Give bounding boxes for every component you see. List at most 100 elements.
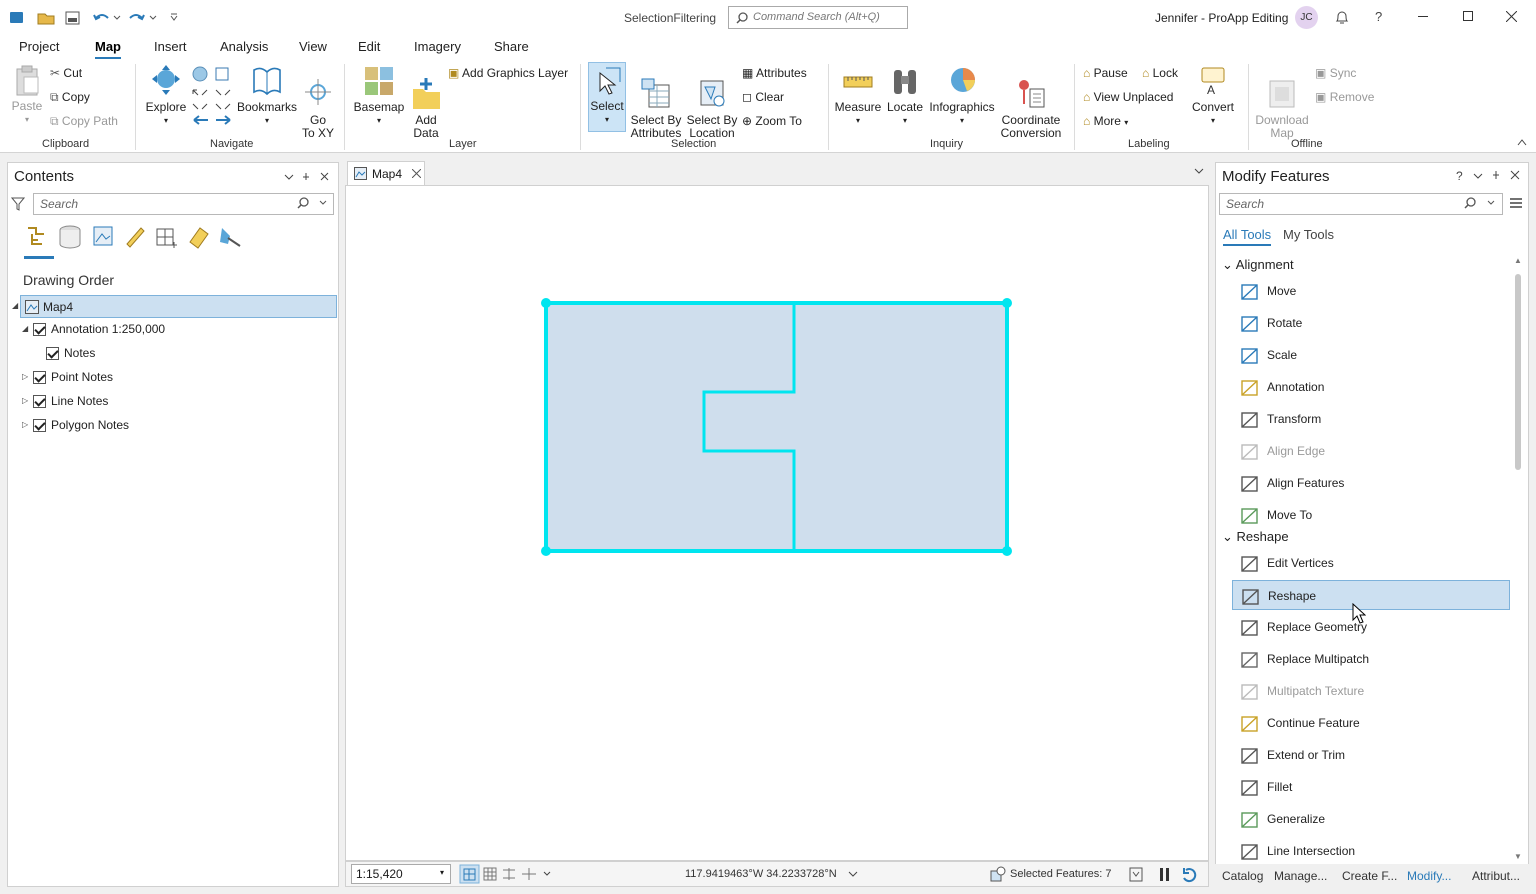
clear-button[interactable]: ◻ Clear xyxy=(742,90,784,104)
tab-all-tools[interactable]: All Tools xyxy=(1223,227,1272,246)
vertex-handle[interactable] xyxy=(1002,546,1012,556)
select-button[interactable]: Select ▾ xyxy=(588,62,626,132)
coordinate-conversion-button[interactable]: Coordinate Conversion xyxy=(998,64,1064,153)
zoom-to-button[interactable]: ⊕ Zoom To xyxy=(742,114,802,128)
vertex-handle[interactable] xyxy=(541,298,551,308)
copy-button[interactable]: ⧉ Copy xyxy=(50,90,90,105)
remove-button[interactable]: ▣ Remove xyxy=(1315,90,1374,104)
cut-button[interactable]: ✂ Cut xyxy=(50,66,82,80)
layer-visibility-checkbox[interactable] xyxy=(33,419,46,433)
chevron-down-icon[interactable] xyxy=(848,871,858,878)
close-icon[interactable] xyxy=(1506,11,1517,22)
layer-item[interactable]: ▷ Polygon Notes xyxy=(22,414,129,436)
modify-search-input[interactable]: Search xyxy=(1219,193,1503,215)
map-tree-item[interactable]: Map4 xyxy=(20,295,337,318)
command-search-box[interactable]: Command Search (Alt+Q) xyxy=(728,6,908,29)
map-view-tools[interactable] xyxy=(459,864,555,884)
tab-imagery[interactable]: Imagery xyxy=(414,39,461,54)
status-controls[interactable] xyxy=(1128,866,1202,884)
tool-edit-vertices[interactable]: Edit Vertices xyxy=(1232,548,1510,578)
tool-generalize[interactable]: Generalize xyxy=(1232,804,1510,834)
map-canvas[interactable] xyxy=(345,185,1209,861)
tab-map[interactable]: Map xyxy=(95,39,121,59)
section-header-reshape[interactable]: ⌄ Reshape xyxy=(1222,529,1289,545)
avatar[interactable]: JC xyxy=(1295,6,1318,29)
paste-button[interactable]: Paste ▾ xyxy=(10,65,44,126)
tab-create-features[interactable]: Create F... xyxy=(1342,869,1397,883)
explore-button[interactable]: Explore ▾ xyxy=(145,64,187,127)
more-button[interactable]: ⌂ More ▾ xyxy=(1083,114,1128,128)
tab-my-tools[interactable]: My Tools xyxy=(1283,227,1334,242)
tool-align-edge[interactable]: Align Edge xyxy=(1232,436,1510,466)
pane-controls[interactable]: ? xyxy=(1456,170,1524,182)
view-unplaced-button[interactable]: ⌂ View Unplaced xyxy=(1083,90,1173,104)
tab-project[interactable]: Project xyxy=(19,39,59,54)
go-to-xy-button[interactable]: Go To XY xyxy=(300,64,336,153)
convert-button[interactable]: A Convert ▾ xyxy=(1192,64,1234,127)
tool-move[interactable]: Move xyxy=(1232,276,1510,306)
tool-continue-feature[interactable]: Continue Feature xyxy=(1232,708,1510,738)
tab-map4[interactable]: Map4 xyxy=(347,161,425,185)
layer-item[interactable]: Notes xyxy=(46,342,95,364)
infographics-button[interactable]: Infographics ▾ xyxy=(928,64,996,127)
layer-visibility-checkbox[interactable] xyxy=(33,395,46,409)
measure-button[interactable]: Measure ▾ xyxy=(834,64,882,127)
navigate-tools-icon[interactable] xyxy=(190,64,234,130)
help-icon[interactable]: ? xyxy=(1375,9,1382,24)
collapse-icon[interactable]: ◢ xyxy=(22,318,28,340)
close-tab-icon[interactable] xyxy=(412,169,421,178)
modify-scrollbar[interactable]: ▲ ▼ xyxy=(1513,256,1523,863)
tab-share[interactable]: Share xyxy=(494,39,529,54)
expand-icon[interactable]: ▷ xyxy=(22,390,28,412)
selected-polygons[interactable] xyxy=(346,186,1210,862)
layer-item[interactable]: ▷ Point Notes xyxy=(22,366,113,388)
tab-insert[interactable]: Insert xyxy=(154,39,187,54)
tab-manage[interactable]: Manage... xyxy=(1274,869,1327,883)
tool-scale[interactable]: Scale xyxy=(1232,340,1510,370)
contents-search-input[interactable]: Search xyxy=(33,193,334,215)
layer-visibility-checkbox[interactable] xyxy=(33,323,46,337)
tool-multipatch-texture[interactable]: Multipatch Texture xyxy=(1232,676,1510,706)
bookmarks-button[interactable]: Bookmarks ▾ xyxy=(236,64,298,127)
section-header-alignment[interactable]: ⌄ Alignment xyxy=(1222,257,1294,273)
bell-icon[interactable] xyxy=(1334,8,1350,26)
tool-extend-or-trim[interactable]: Extend or Trim xyxy=(1232,740,1510,770)
expand-icon[interactable]: ▷ xyxy=(22,414,28,436)
copy-path-button[interactable]: ⧉ Copy Path xyxy=(50,114,118,129)
collapse-ribbon-icon[interactable] xyxy=(1517,138,1527,146)
layer-item[interactable]: ▷ Line Notes xyxy=(22,390,108,412)
contents-view-toolbar[interactable] xyxy=(24,224,248,260)
tab-attributes[interactable]: Attribut... xyxy=(1472,869,1520,883)
scale-selector[interactable]: 1:15,420 ▾ xyxy=(351,864,451,884)
add-data-button[interactable]: Add Data xyxy=(408,64,444,153)
search-icon[interactable] xyxy=(1463,197,1499,211)
tool-move-to[interactable]: Move To xyxy=(1232,500,1510,530)
sync-button[interactable]: ▣ Sync xyxy=(1315,66,1356,80)
tool-fillet[interactable]: Fillet xyxy=(1232,772,1510,802)
tool-rotate[interactable]: Rotate xyxy=(1232,308,1510,338)
layer-visibility-checkbox[interactable] xyxy=(46,347,59,361)
pane-controls[interactable] xyxy=(284,172,334,182)
user-name[interactable]: Jennifer - ProApp Editing xyxy=(1155,11,1288,25)
locate-button[interactable]: Locate ▾ xyxy=(884,64,926,127)
basemap-button[interactable]: Basemap ▾ xyxy=(352,64,406,127)
minimize-icon[interactable] xyxy=(1418,16,1428,17)
tool-transform[interactable]: Transform xyxy=(1232,404,1510,434)
vertex-handle[interactable] xyxy=(541,546,551,556)
tool-replace-multipatch[interactable]: Replace Multipatch xyxy=(1232,644,1510,674)
tab-edit[interactable]: Edit xyxy=(358,39,380,54)
layer-item[interactable]: ◢ Annotation 1:250,000 xyxy=(22,318,165,340)
tab-view[interactable]: View xyxy=(299,39,327,54)
search-icon[interactable] xyxy=(296,197,330,211)
pause-button[interactable]: ⌂ Pause xyxy=(1083,66,1128,80)
quick-access-toolbar[interactable] xyxy=(8,9,188,27)
tool-annotation[interactable]: Annotation xyxy=(1232,372,1510,402)
filter-icon[interactable] xyxy=(11,197,25,211)
tab-modify[interactable]: Modify... xyxy=(1407,869,1451,883)
maximize-icon[interactable] xyxy=(1463,11,1473,21)
expand-icon[interactable]: ▷ xyxy=(22,366,28,388)
lock-button[interactable]: ⌂ Lock xyxy=(1142,66,1178,80)
tab-catalog[interactable]: Catalog xyxy=(1222,869,1263,883)
selected-features-count[interactable]: Selected Features: 7 xyxy=(1010,868,1112,880)
tool-align-features[interactable]: Align Features xyxy=(1232,468,1510,498)
